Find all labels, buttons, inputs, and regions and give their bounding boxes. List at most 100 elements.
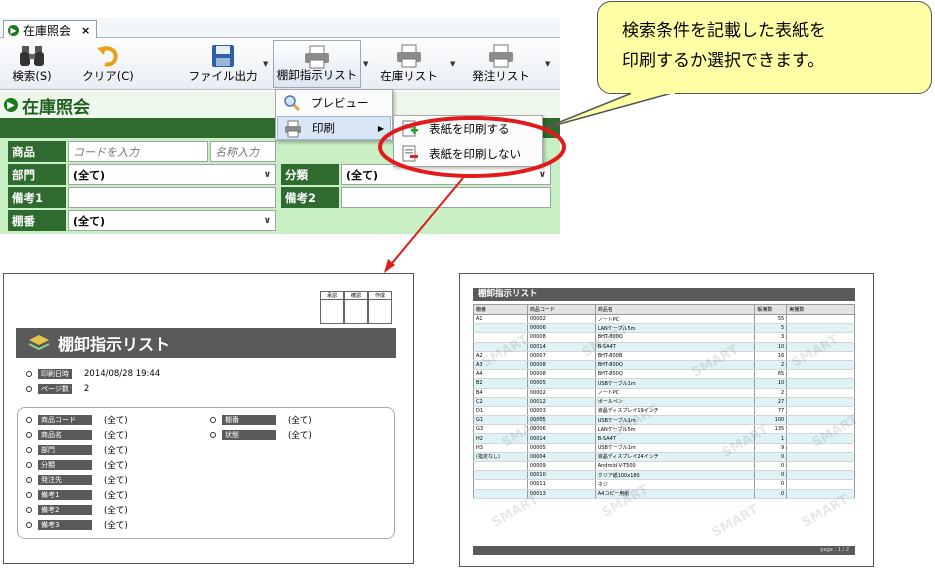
table-cell: USBケーブル1m [594, 415, 756, 426]
condition-row: 備考2 (全て) [26, 504, 128, 516]
table-cell: 3 [754, 332, 788, 343]
table-cell: 77 [754, 406, 788, 417]
table-row: B4 00002 ノートPC 2 [473, 388, 855, 398]
table-cell [786, 378, 855, 389]
table-cell: B-SA4T [594, 342, 756, 352]
table-cell: 液晶ディスプレイ19インチ [594, 406, 756, 417]
condition-value: (全て) [104, 446, 128, 456]
condition-label: 状態 [222, 430, 276, 440]
table-cell: 0 [754, 452, 788, 463]
table-cell: 1 [754, 433, 788, 444]
table-cell: BHT-800Q [594, 360, 756, 371]
table-cell [786, 461, 855, 472]
table-cell: B-SA4T [594, 433, 756, 444]
arrow-line [387, 177, 464, 269]
table-cell: クリア紙100x180 [594, 470, 756, 481]
table-row: 00011 ネジ 0 [473, 479, 855, 490]
table-row: 00006 LANケーブル5m 5 [473, 323, 855, 334]
layers-icon [28, 335, 50, 351]
table-cell: 00002 [526, 314, 596, 325]
table-cell: (指定なし) [473, 452, 528, 463]
table-cell: 00014 [526, 342, 596, 352]
condition-label: 商品コード [38, 415, 92, 425]
condition-value: (全て) [288, 431, 312, 441]
table-cell: 2 [754, 388, 788, 398]
table-cell [473, 332, 528, 343]
condition-row: 備考3 (全て) [26, 519, 128, 531]
table-cell: 27 [754, 397, 788, 407]
table-cell: 00008 [526, 332, 596, 343]
table-cell: USBケーブル1m [594, 443, 756, 453]
table-cell: 2 [754, 360, 788, 371]
column-header: 帳簿数 [754, 304, 788, 315]
table-row: D1 00003 液晶ディスプレイ19インチ 77 [473, 406, 855, 417]
condition-label: 備考3 [38, 520, 92, 530]
table-cell: 00009 [526, 461, 596, 472]
condition-value: (全て) [104, 416, 128, 426]
table-cell [786, 424, 855, 435]
table-cell: ノートPC [594, 388, 756, 398]
table-row: B2 00005 USBケーブル1m 10 [473, 378, 855, 389]
table-row: C2 00012 ボールペン 27 [473, 397, 855, 407]
table-cell [473, 461, 528, 472]
condition-row: 商品コード (全て) [26, 414, 128, 426]
condition-row: 分類 (全て) [26, 459, 128, 471]
table-cell: 00005 [526, 378, 596, 389]
table-cell: 00011 [526, 479, 596, 490]
table-row: H3 00005 USBケーブル1m 9 [473, 443, 855, 453]
condition-label: 備考2 [38, 505, 92, 515]
table-cell: 16 [754, 351, 788, 361]
table-cell [786, 323, 855, 334]
column-header: 棚番 [473, 304, 528, 315]
list-report-preview: 棚卸指示リスト 棚番 商品コード 商品名 帳簿数 実棚数 A1 00002 ノートPC 55 0… [459, 273, 874, 567]
table-cell: 液晶ディスプレイ24インチ [594, 452, 756, 463]
table-cell: ノートPC [594, 314, 756, 325]
condition-label: 棚番 [222, 415, 276, 425]
table-cell: D1 [473, 406, 528, 417]
table-cell: 00007 [526, 351, 596, 361]
table-row: 00008 BHT-800Q 3 [473, 332, 855, 343]
table-row: A3 00008 BHT-800Q 2 [473, 360, 855, 371]
table-cell: 135 [754, 424, 788, 435]
table-row: H2 00014 B-SA4T 1 [473, 433, 855, 444]
page-count-row: ページ数 2 [26, 384, 89, 394]
page-count-value: 2 [83, 384, 90, 394]
table-cell [786, 406, 855, 417]
table-cell: A4コピー用紙 [594, 489, 756, 499]
table-cell: 00006 [526, 424, 596, 435]
table-cell: ボールペン [594, 397, 756, 407]
stamp-label: 承認 [321, 292, 343, 300]
condition-value: (全て) [104, 506, 128, 516]
condition-value: (全て) [104, 521, 128, 531]
condition-row: 棚番 (全て) [210, 414, 312, 426]
table-row: 00013 A4コピー用紙 0 [473, 489, 855, 499]
condition-row: 部門 (全て) [26, 444, 128, 456]
table-cell: Android V-T500 [594, 461, 756, 472]
column-header: 実棚数 [786, 304, 855, 315]
table-cell: H2 [473, 433, 528, 444]
table-cell [786, 314, 855, 325]
table-cell: H3 [473, 443, 528, 453]
condition-value: (全て) [104, 491, 128, 501]
table-cell [786, 443, 855, 453]
report-title-bar: 棚卸指示リスト [16, 328, 396, 358]
table-cell: 00010 [526, 470, 596, 481]
table-cell: 00005 [526, 415, 596, 426]
condition-row: 商品名 (全て) [26, 429, 128, 441]
table-cell: 00008 [526, 360, 596, 371]
table-cell: B2 [473, 378, 528, 389]
list-title: 棚卸指示リスト [473, 288, 855, 301]
report-title: 棚卸指示リスト [58, 335, 171, 354]
print-date-row: 印刷日時 2014/08/28 19:44 [26, 369, 160, 379]
table-cell: 0 [754, 461, 788, 472]
condition-label: 部門 [38, 445, 92, 455]
table-cell [786, 369, 855, 380]
cover-page-preview: 承認 確認 作成 棚卸指示リスト 印刷日時 2014/08/28 19:44 ペ… [3, 273, 414, 564]
print-date-label: 印刷日時 [38, 369, 72, 379]
table-cell: 00014 [526, 433, 596, 444]
table-cell: ネジ [594, 479, 756, 490]
table-row: 00014 B-SA4T 10 [473, 342, 855, 352]
table-cell: 65 [754, 369, 788, 380]
table-cell [786, 388, 855, 398]
condition-label: 発注先 [38, 475, 92, 485]
